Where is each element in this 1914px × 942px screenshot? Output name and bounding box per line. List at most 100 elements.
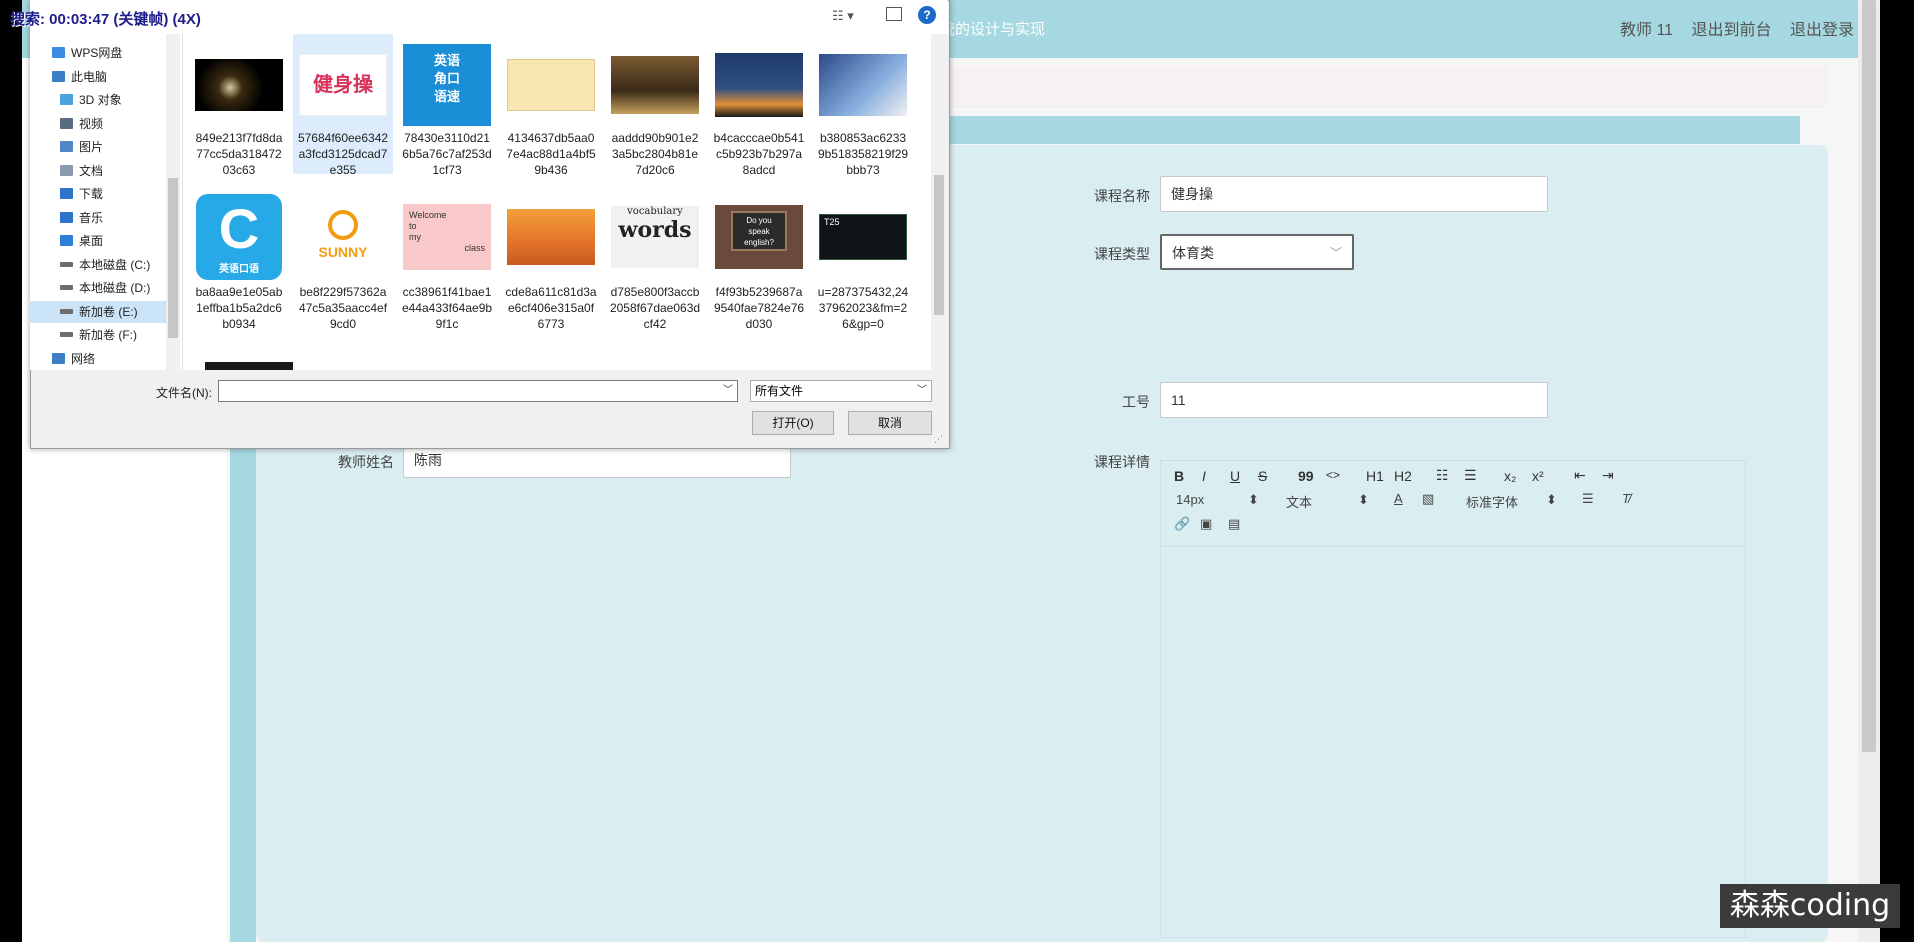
clear-format-icon[interactable]: T̸ <box>1622 491 1630 506</box>
cancel-button[interactable]: 取消 <box>848 411 932 435</box>
drive-icon <box>60 332 73 337</box>
underline-button[interactable]: U <box>1230 468 1240 484</box>
tree-item[interactable]: 文档 <box>30 160 166 182</box>
tree-item[interactable]: 网络 <box>30 348 166 370</box>
thumbnail-graphic: 英语 <box>433 53 460 68</box>
tree-item[interactable]: 音乐 <box>30 207 166 229</box>
file-thumbnail: 健身操 <box>299 44 387 126</box>
help-icon[interactable]: ? <box>918 6 936 24</box>
outdent-icon[interactable]: ⇤ <box>1574 467 1586 484</box>
filetype-value: 所有文件 <box>755 384 804 398</box>
course-name-label: 课程名称 <box>1094 188 1150 204</box>
tree-item[interactable]: 图片 <box>30 136 166 158</box>
course-name-input[interactable]: 健身操 <box>1160 176 1548 212</box>
code-button[interactable]: <> <box>1326 468 1340 482</box>
file-grid-scrollbar-thumb[interactable] <box>934 175 944 315</box>
thumbnail-graphic: 健身操 <box>299 54 387 116</box>
channel-watermark: 森森coding <box>1720 884 1900 928</box>
h2-button[interactable]: H2 <box>1394 468 1412 484</box>
resize-grip-icon[interactable]: ⋰ <box>934 434 943 445</box>
filetype-select[interactable]: 所有文件 ﹀ <box>750 380 932 402</box>
file-item-partial[interactable] <box>205 362 293 370</box>
tree-item[interactable]: WPS网盘 <box>30 42 166 64</box>
file-item[interactable]: C 英语口语 ba8aa9e1e05ab1effba1b5a2dc6b0934 <box>189 184 289 331</box>
file-item[interactable]: 健身操 57684f60ee6342a3fcd3125dcad7e355 <box>293 34 393 177</box>
link-icon[interactable]: 🔗 <box>1174 516 1190 532</box>
back-to-front-link[interactable]: 退出到前台 <box>1692 22 1772 39</box>
file-thumbnail <box>715 44 803 126</box>
thumbnail-graphic <box>507 209 595 265</box>
tree-item[interactable]: 下载 <box>30 183 166 205</box>
screen-border-left <box>0 0 22 942</box>
file-item[interactable]: b4cacccae0b541c5b923b7b297a8adcd <box>709 34 809 177</box>
bold-button[interactable]: B <box>1174 468 1184 484</box>
file-item[interactable]: T25 u=287375432,2437962023&fm=26&gp=0 <box>813 184 913 331</box>
file-item[interactable]: Welcome to my class cc38961f41bae1e44a433f64… <box>397 184 497 331</box>
font-color-icon[interactable]: A <box>1394 491 1403 506</box>
tree-item[interactable]: 本地磁盘 (C:) <box>30 254 166 276</box>
tree-item[interactable]: 此电脑 <box>30 66 166 88</box>
file-item[interactable]: SUNNY be8f229f57362a47c5a35aacc4ef9cd0 <box>293 184 393 331</box>
job-no-input[interactable]: 11 <box>1160 382 1548 418</box>
ordered-list-button[interactable]: ☷ <box>1436 467 1449 484</box>
file-item[interactable]: b380853ac62339b518358219f29bbb73 <box>813 34 913 177</box>
bullet-list-button[interactable]: ☰ <box>1464 467 1477 484</box>
course-detail-label: 课程详情 <box>1094 454 1150 470</box>
file-name: u=287375432,2437962023&fm=26&gp=0 <box>817 285 909 331</box>
background-color-icon[interactable]: ▧ <box>1422 491 1434 507</box>
file-name: 78430e3110d216b5a76c7af253d1cf73 <box>402 131 492 177</box>
tree-item[interactable]: 桌面 <box>30 230 166 252</box>
thumbnail-graphic: vocabulary words <box>611 206 699 268</box>
image-icon[interactable]: ▣ <box>1200 516 1212 532</box>
file-thumbnail <box>507 194 595 280</box>
tree-item[interactable]: 新加卷 (E:) <box>30 300 166 323</box>
paragraph-select[interactable]: 文本 <box>1286 492 1312 511</box>
quote-button[interactable]: 99 <box>1298 468 1314 484</box>
user-links: 教师 11 退出到前台 退出登录 <box>1620 16 1868 40</box>
tree-item[interactable]: 本地磁盘 (D:) <box>30 277 166 299</box>
file-name: 57684f60ee6342a3fcd3125dcad7e355 <box>297 131 389 177</box>
recording-caption: 搜索: 00:03:47 (关键帧) (4X) <box>10 11 201 28</box>
file-item[interactable]: 849e213f7fd8da77cc5da31847203c63 <box>189 34 289 177</box>
file-item[interactable]: aaddd90b901e23a5bc2804b81e7d20c6 <box>605 34 705 177</box>
chevron-down-icon[interactable]: ﹀ <box>723 381 733 401</box>
filename-input[interactable]: ﹀ <box>218 380 738 402</box>
file-item[interactable]: cde8a611c81d3ae6cf406e315a0f6773 <box>501 184 601 331</box>
drive-icon <box>60 308 73 314</box>
file-item[interactable]: 4134637db5aa07e4ac88d1a4bf59b436 <box>501 34 601 177</box>
strike-button[interactable]: S <box>1258 468 1267 484</box>
file-item[interactable]: 英语 角口 语速 78430e3110d216b5a76c7af253d1cf73 <box>397 34 497 177</box>
picture-icon <box>60 141 73 152</box>
thumbnail-graphic: to <box>409 221 417 231</box>
h1-button[interactable]: H1 <box>1366 468 1384 484</box>
open-button[interactable]: 打开(O) <box>752 411 834 435</box>
font-family-select[interactable]: 标准字体 <box>1466 492 1518 511</box>
chevron-down-icon: ﹀ <box>1329 246 1342 260</box>
file-item[interactable]: Do you speak english? f4f93b5239687a9540fae… <box>709 184 809 331</box>
file-thumbnail: 英语 角口 语速 <box>403 44 491 126</box>
thumbnail-graphic: 语速 <box>433 89 460 104</box>
tree-item[interactable]: 新加卷 (F:) <box>30 324 166 346</box>
thumbnail-graphic: class <box>464 243 485 253</box>
course-type-select[interactable]: 体育类 ﹀ <box>1160 234 1354 270</box>
indent-icon[interactable]: ⇥ <box>1602 467 1614 484</box>
file-thumbnail: Welcome to my class <box>403 194 491 280</box>
subscript-button[interactable]: x₂ <box>1504 468 1516 484</box>
thumbnail-graphic: T25 <box>824 217 840 227</box>
tree-item-label: WPS网盘 <box>71 46 123 60</box>
font-size-select[interactable]: 14px <box>1176 492 1204 507</box>
align-icon[interactable]: ☰ <box>1582 491 1594 507</box>
file-item[interactable]: vocabulary words d785e800f3accb2058f67dae0… <box>605 184 705 331</box>
italic-button[interactable]: I <box>1202 468 1206 484</box>
tree-scrollbar[interactable] <box>166 34 180 370</box>
superscript-button[interactable]: x² <box>1532 468 1544 484</box>
thumbnail-graphic <box>819 54 907 116</box>
computer-icon <box>52 70 65 82</box>
tree-item[interactable]: 视频 <box>30 113 166 135</box>
preview-pane-icon[interactable] <box>886 7 902 21</box>
page-scrollbar-thumb[interactable] <box>1862 0 1876 752</box>
tree-item[interactable]: 3D 对象 <box>30 89 166 111</box>
logout-link[interactable]: 退出登录 <box>1790 22 1854 39</box>
view-options-icon[interactable]: ☷ ▾ <box>832 8 854 24</box>
video-icon[interactable]: ▤ <box>1228 516 1240 532</box>
